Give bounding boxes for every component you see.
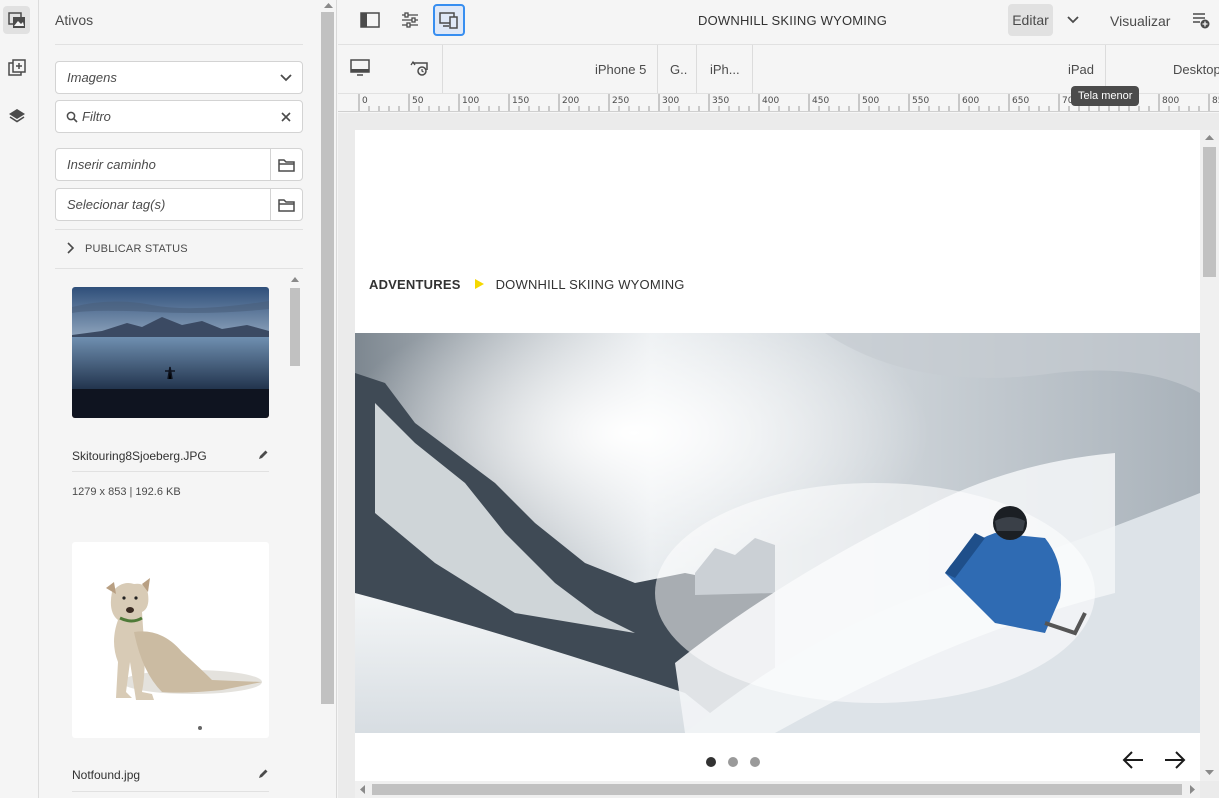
- divider: [752, 45, 753, 93]
- hero-image[interactable]: [355, 333, 1200, 733]
- ruler-label: 250: [612, 96, 630, 106]
- panel-scrollbar[interactable]: [320, 0, 337, 798]
- page-properties-icon[interactable]: [394, 4, 426, 36]
- breadcrumb-parent[interactable]: ADVENTURES: [369, 277, 461, 292]
- ruler-label: 800: [1162, 96, 1180, 106]
- path-placeholder: Inserir caminho: [67, 157, 156, 172]
- page-canvas: ADVENTURES DOWNHILL SKIING WYOMING: [338, 113, 1219, 798]
- arrow-right-icon[interactable]: [1163, 749, 1187, 774]
- device-ipad[interactable]: iPad: [1068, 62, 1094, 77]
- canvas-horizontal-scrollbar[interactable]: [355, 781, 1200, 798]
- side-panel-toggle-icon[interactable]: [354, 4, 386, 36]
- chevron-down-icon: [270, 73, 302, 82]
- ruler-label: 300: [662, 96, 680, 106]
- carousel-dot[interactable]: [706, 757, 716, 767]
- chevron-down-icon[interactable]: [1067, 12, 1079, 27]
- ruler-label: 600: [962, 96, 980, 106]
- asset-card[interactable]: Skitouring8Sjoeberg.JPG 1279 x 853 | 192…: [72, 287, 269, 498]
- ruler-label: 400: [762, 96, 780, 106]
- ruler-label: 200: [562, 96, 580, 106]
- ruler-label: 650: [1012, 96, 1030, 106]
- search-icon: [66, 111, 78, 123]
- divider: [72, 471, 269, 472]
- assets-panel: Ativos Imagens Filtro Inserir caminho Se…: [39, 0, 319, 798]
- desktop-icon[interactable]: [350, 59, 370, 80]
- asset-type-select[interactable]: Imagens: [55, 61, 303, 94]
- rotate-device-icon[interactable]: [410, 59, 430, 80]
- page-info-icon[interactable]: [1191, 10, 1211, 33]
- publish-status-toggle[interactable]: PUBLICAR STATUS: [55, 238, 188, 260]
- ruler-label: 0: [362, 96, 368, 106]
- breadcrumb-current: DOWNHILL SKIING WYOMING: [495, 277, 685, 292]
- edit-mode-button[interactable]: Editar: [1008, 4, 1053, 36]
- asset-meta: 1279 x 853 | 192.6 KB: [72, 486, 181, 498]
- asset-card[interactable]: Notfound.jpg: [72, 542, 269, 792]
- divider: [55, 44, 303, 45]
- ruler-label: 50: [412, 96, 424, 106]
- ruler-label: 450: [812, 96, 830, 106]
- publish-status-label: PUBLICAR STATUS: [85, 243, 188, 255]
- carousel-dot[interactable]: [728, 757, 738, 767]
- components-icon[interactable]: [3, 54, 30, 82]
- edit-icon[interactable]: [257, 449, 269, 464]
- left-rail: [0, 0, 39, 798]
- path-field[interactable]: Inserir caminho: [55, 148, 303, 181]
- asset-browser-icon[interactable]: [3, 6, 30, 34]
- asset-type-value: Imagens: [67, 70, 117, 85]
- asset-name: Notfound.jpg: [72, 768, 141, 782]
- asset-list-scrollbar[interactable]: [288, 274, 302, 798]
- ruler-label: 850: [1212, 96, 1219, 106]
- divider: [657, 45, 658, 93]
- preview-button[interactable]: Visualizar: [1110, 13, 1170, 29]
- carousel-dot[interactable]: [750, 757, 760, 767]
- breadcrumb: ADVENTURES DOWNHILL SKIING WYOMING: [369, 277, 685, 292]
- tags-placeholder: Selecionar tag(s): [67, 197, 166, 212]
- asset-thumbnail[interactable]: [72, 287, 269, 418]
- panel-title: Ativos: [55, 12, 94, 28]
- ruler-label: 350: [712, 96, 730, 106]
- device-galaxy[interactable]: G..: [670, 62, 687, 77]
- tooltip: Tela menor: [1071, 86, 1140, 106]
- editor-toolbar: DOWNHILL SKIING WYOMING Editar Visualiza…: [338, 0, 1219, 45]
- chevron-right-icon: [67, 241, 85, 257]
- ruler-label: 550: [912, 96, 930, 106]
- edit-icon[interactable]: [257, 768, 269, 783]
- page-title: DOWNHILL SKIING WYOMING: [698, 13, 888, 28]
- divider: [442, 45, 443, 93]
- arrow-left-icon[interactable]: [1121, 749, 1145, 774]
- tags-field[interactable]: Selecionar tag(s): [55, 188, 303, 221]
- asset-name: Skitouring8Sjoeberg.JPG: [72, 449, 207, 463]
- asset-name-row: Skitouring8Sjoeberg.JPG: [72, 446, 269, 466]
- device-iphone5[interactable]: iPhone 5: [595, 62, 646, 77]
- ruler-label: 100: [462, 96, 480, 106]
- ruler-label: 150: [512, 96, 530, 106]
- divider: [55, 268, 303, 269]
- divider: [72, 791, 269, 792]
- emulator-icon[interactable]: [433, 4, 465, 36]
- filter-input[interactable]: Filtro: [55, 100, 303, 133]
- triangle-right-icon: [474, 277, 484, 292]
- page-frame: ADVENTURES DOWNHILL SKIING WYOMING: [355, 130, 1200, 781]
- filter-placeholder: Filtro: [82, 109, 111, 124]
- folder-icon[interactable]: [270, 189, 302, 220]
- device-desktop[interactable]: Desktop: [1173, 62, 1219, 77]
- device-iphone[interactable]: iPh...: [710, 62, 740, 77]
- folder-icon[interactable]: [270, 149, 302, 180]
- asset-name-row: Notfound.jpg: [72, 765, 269, 785]
- clear-icon[interactable]: [270, 111, 302, 122]
- carousel-indicators: [706, 757, 760, 767]
- ruler-label: 500: [862, 96, 880, 106]
- divider: [696, 45, 697, 93]
- layers-icon[interactable]: [3, 102, 30, 130]
- asset-list: Skitouring8Sjoeberg.JPG 1279 x 853 | 192…: [55, 272, 319, 798]
- asset-thumbnail[interactable]: [72, 542, 269, 738]
- canvas-vertical-scrollbar[interactable]: [1200, 130, 1219, 781]
- divider: [55, 229, 303, 230]
